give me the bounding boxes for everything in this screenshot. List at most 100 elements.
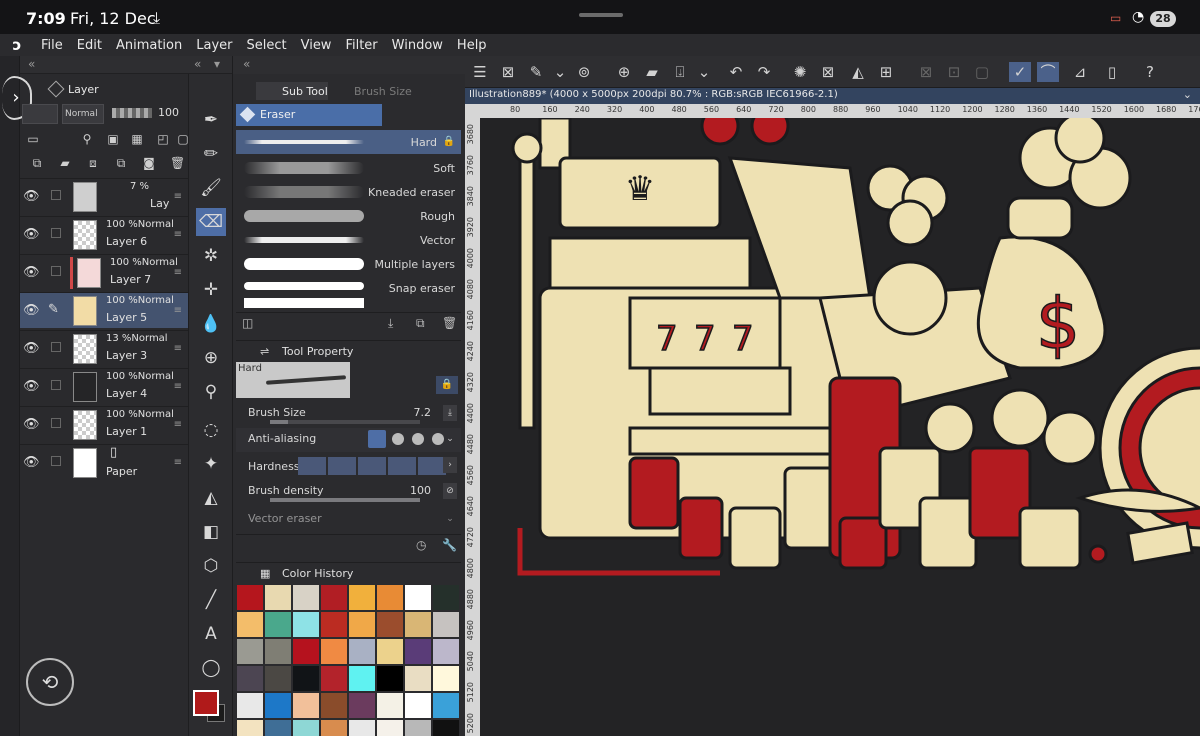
record-icon[interactable]: ⊚ [573,62,595,82]
color-swatch[interactable] [376,611,404,638]
blend-tool-icon[interactable]: 💧 [196,310,226,338]
operation-tool-icon[interactable]: ⊕ [196,344,226,372]
color-swatch[interactable] [404,665,432,692]
balloon-tool-icon[interactable]: ◯ [196,654,226,682]
color-swatch[interactable] [348,665,376,692]
transform-icon[interactable]: ⊞ [875,62,897,82]
layer-row[interactable]: 👁 100 %Normal Layer 1 ≡ [20,406,188,442]
color-swatch[interactable] [236,584,264,611]
transfer-down-icon[interactable]: ⧈ [86,156,100,170]
undo-icon[interactable]: ↶ [725,62,747,82]
canvas-title-bar[interactable]: Illustration889* (4000 x 5000px 200dpi 8… [465,88,1200,104]
text-tool-icon[interactable]: A [196,620,226,648]
brush-density-button[interactable]: ⊘ [443,483,457,499]
layer-checkbox[interactable] [51,228,61,238]
menu-view[interactable]: View [294,38,339,53]
dock-menu-icon[interactable]: ▾ [214,57,220,71]
aa-weak-option[interactable] [392,433,404,445]
color-swatch[interactable] [404,611,432,638]
merge-layer-icon[interactable]: ⧉ [114,156,128,170]
subtool-settings-icon[interactable]: ◫ [242,316,253,330]
new-file-icon[interactable]: ⊕ [613,62,635,82]
hardness-selector[interactable] [298,457,446,475]
select-all-icon[interactable]: ⊡ [943,62,965,82]
layer-menu-icon[interactable]: ≡ [174,305,182,316]
layer-row[interactable]: 👁 100 %Normal Layer 6 ≡ [20,216,188,252]
chevron-down-icon[interactable]: ⌄ [443,511,457,527]
brush-mode-icon[interactable]: ⌒ [1037,62,1059,82]
lasso-tool-icon[interactable]: ◌ [196,416,226,444]
subtool-collapse-icon[interactable]: « [243,57,250,71]
mask-icon[interactable]: ◰ [156,132,170,146]
layer-menu-icon[interactable]: ≡ [174,457,182,468]
color-swatch[interactable] [236,719,264,736]
menu-select[interactable]: Select [239,38,293,53]
chevron-down-icon[interactable]: ⌄ [693,62,715,82]
tab-sub-tool[interactable]: Sub Tool [256,82,328,100]
device-icon[interactable]: ▯ [1101,62,1123,82]
subtool-download-icon[interactable]: ⤓ [388,316,393,331]
line-tool-icon[interactable]: ╱ [196,586,226,614]
crop-icon[interactable]: ⊠ [915,62,937,82]
layer-checkbox[interactable] [51,418,61,428]
color-swatch[interactable] [348,692,376,719]
chevron-down-icon[interactable]: ⌄ [549,62,571,82]
wrench-icon[interactable]: 🔧 [442,538,457,552]
subtool-hard[interactable]: Hard 🔒 [236,130,461,154]
layer-row[interactable]: 👁 100 %Normal Layer 7 ≡ [20,254,188,290]
save-icon[interactable]: ⍗ [669,62,691,82]
layer-menu-icon[interactable]: ≡ [174,343,182,354]
layer-menu-icon[interactable]: ≡ [174,229,182,240]
layer-menu-icon[interactable]: ≡ [174,419,182,430]
layer-menu-icon[interactable]: ≡ [174,381,182,392]
lock-transparency-icon[interactable]: ▦ [130,132,144,146]
color-swatch[interactable] [236,665,264,692]
layer-menu-icon[interactable]: ≡ [174,191,182,202]
clear-icon[interactable]: ⊠ [817,62,839,82]
color-swatch[interactable] [264,584,292,611]
color-swatch[interactable] [292,719,320,736]
collapse-left-icon[interactable]: « [28,57,35,71]
layer-checkbox[interactable] [51,380,61,390]
new-folder-icon[interactable]: ▰ [58,156,72,170]
color-swatch[interactable] [320,719,348,736]
color-swatch[interactable] [236,692,264,719]
deselect-icon[interactable]: ▢ [971,62,993,82]
subtool-delete-icon[interactable]: 🗑 [442,316,457,330]
app-logo-icon[interactable]: ↄ [0,36,34,54]
menu-animation[interactable]: Animation [109,38,189,53]
brush-tool-icon[interactable]: 🖌 [196,174,226,202]
brush-density-slider[interactable] [270,498,420,502]
chevron-down-icon[interactable]: ⌄ [1183,88,1192,101]
layer-tab[interactable]: Layer [22,80,122,100]
color-swatch[interactable] [320,692,348,719]
color-swatch[interactable] [320,665,348,692]
opacity-value[interactable]: 100 [158,106,179,119]
hardness-row[interactable]: Hardness › [236,454,461,478]
brush-size-button[interactable]: ⤓ [443,405,457,421]
subtool-multiple-layers[interactable]: Multiple layers [236,252,461,276]
aa-none-option[interactable] [368,430,386,448]
color-swatch[interactable] [236,611,264,638]
color-swatch[interactable] [404,584,432,611]
color-swatch[interactable] [348,638,376,665]
eraser-group-header[interactable]: Eraser [236,104,382,126]
color-swatch[interactable] [264,665,292,692]
menu-filter[interactable]: Filter [338,38,384,53]
color-swatch[interactable] [404,638,432,665]
new-raster-layer-icon[interactable]: ⧉ [30,156,44,170]
layer-checkbox[interactable] [51,342,61,352]
rotate-screen-button[interactable]: ⟲ [26,658,74,706]
menu-window[interactable]: Window [385,38,450,53]
subtool-vector[interactable]: Vector [236,228,461,252]
layer-menu-icon[interactable]: ≡ [174,267,182,278]
brush-size-value[interactable]: 7.2 [414,406,432,419]
subtool-rough[interactable]: Rough [236,204,461,228]
auto-select-tool-icon[interactable]: ✦ [196,450,226,478]
brush-size-row[interactable]: Brush Size 7.2 ⤓ [236,402,461,426]
color-swatch[interactable] [348,584,376,611]
color-swatch[interactable] [432,611,460,638]
color-swatch[interactable] [264,719,292,736]
color-swatch[interactable] [292,665,320,692]
blend-mode-picker[interactable] [22,104,58,124]
